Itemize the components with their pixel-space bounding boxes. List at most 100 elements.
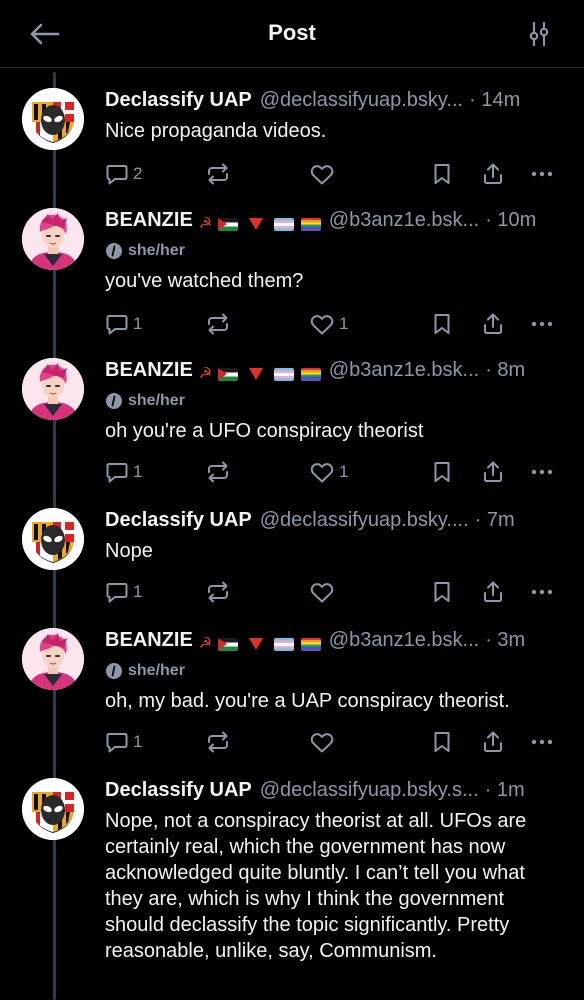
bookmark-icon — [434, 314, 450, 334]
palestine-flag-emoji — [217, 637, 238, 651]
bookmark-button[interactable] — [431, 578, 453, 606]
author-handle[interactable]: @declassifyuap.bsky.... — [260, 506, 469, 534]
more-button[interactable] — [529, 310, 555, 338]
like-button[interactable]: 1 — [309, 458, 348, 486]
reply-icon — [106, 463, 128, 483]
pronouns-label: she/her — [105, 240, 185, 262]
author-handle[interactable]: @b3anz1e.bsk... — [329, 626, 479, 654]
page-title: Post — [268, 20, 316, 45]
post-actions: 11 — [105, 310, 557, 338]
author-name[interactable]: Declassify UAP — [105, 506, 252, 534]
reply-button[interactable]: 1 — [105, 578, 142, 606]
bookmark-icon — [434, 462, 450, 482]
post-actions: 11 — [105, 458, 557, 486]
name-emojis: ☭ — [199, 636, 321, 652]
author-handle[interactable]: @declassifyuap.bsky... — [260, 86, 463, 114]
repost-button[interactable] — [205, 578, 231, 606]
bookmark-button[interactable] — [431, 160, 453, 188]
reply-button[interactable]: 1 — [105, 728, 142, 756]
author-handle[interactable]: @b3anz1e.bsk... — [329, 356, 479, 384]
share-icon — [484, 731, 502, 752]
rainbow-flag-emoji — [300, 637, 321, 651]
red-triangle-emoji — [248, 638, 263, 650]
author-name[interactable]: BEANZIE — [105, 206, 193, 234]
bookmark-icon — [434, 164, 450, 184]
repost-icon — [208, 313, 228, 335]
author-name[interactable]: Declassify UAP — [105, 776, 252, 804]
repost-icon — [208, 581, 228, 603]
avatar[interactable] — [22, 208, 84, 270]
red-triangle-emoji — [248, 218, 263, 230]
palestine-flag-emoji — [217, 217, 238, 231]
repost-button[interactable] — [205, 458, 231, 486]
like-icon — [310, 315, 334, 335]
more-icon — [531, 739, 553, 745]
like-icon — [310, 733, 334, 753]
like-button[interactable]: 1 — [309, 310, 348, 338]
more-button[interactable] — [529, 578, 555, 606]
hammer-sickle-emoji: ☭ — [198, 635, 213, 652]
author-name[interactable]: BEANZIE — [105, 626, 193, 654]
trans-flag-emoji — [273, 367, 294, 381]
reply-icon — [106, 733, 128, 753]
post-time: · 7m — [474, 509, 515, 531]
author-name[interactable]: BEANZIE — [105, 356, 193, 384]
pronouns-label: she/her — [105, 390, 185, 412]
avatar[interactable] — [22, 778, 84, 840]
post-actions: 2 — [105, 160, 557, 188]
share-button[interactable] — [481, 458, 505, 486]
pronouns-label: she/her — [105, 660, 185, 682]
pronoun-badge-icon — [106, 663, 122, 679]
author-name[interactable]: Declassify UAP — [105, 86, 252, 114]
repost-button[interactable] — [205, 728, 231, 756]
thread-settings-button[interactable] — [524, 18, 554, 50]
rainbow-flag-emoji — [300, 217, 321, 231]
reply-button[interactable]: 1 — [105, 310, 142, 338]
share-button[interactable] — [481, 160, 505, 188]
share-button[interactable] — [481, 728, 505, 756]
avatar[interactable] — [22, 628, 84, 690]
post-meta: BEANZIE ☭ @b3anz1e.bsk... · 8m — [105, 356, 560, 384]
like-button[interactable] — [309, 160, 335, 188]
bookmark-icon — [434, 582, 450, 602]
reply-count: 1 — [133, 732, 143, 751]
like-button[interactable] — [309, 728, 335, 756]
reply-button[interactable]: 2 — [105, 160, 142, 188]
repost-button[interactable] — [205, 310, 231, 338]
reply-button[interactable]: 1 — [105, 458, 142, 486]
repost-button[interactable] — [205, 160, 231, 188]
bookmark-button[interactable] — [431, 310, 453, 338]
post-text: oh, my bad. you're a UAP conspiracy theo… — [105, 690, 510, 712]
bookmark-button[interactable] — [431, 728, 453, 756]
share-icon — [484, 581, 502, 602]
name-emojis: ☭ — [199, 216, 321, 232]
post-meta: BEANZIE ☭ @b3anz1e.bsk... · 10m — [105, 206, 560, 234]
reply-count: 1 — [133, 314, 143, 333]
share-button[interactable] — [481, 310, 505, 338]
author-handle[interactable]: @b3anz1e.bsk... — [329, 206, 479, 234]
post-time: · 8m — [485, 359, 526, 381]
avatar[interactable] — [22, 358, 84, 420]
more-button[interactable] — [529, 160, 555, 188]
reply-count: 2 — [133, 164, 143, 183]
post-time: · 14m — [469, 89, 521, 111]
author-handle[interactable]: @declassifyuap.bsky.s... — [260, 776, 479, 804]
post-time: · 10m — [485, 209, 537, 231]
hammer-sickle-emoji: ☭ — [198, 215, 213, 232]
like-button[interactable] — [309, 578, 335, 606]
avatar[interactable] — [22, 508, 84, 570]
bookmark-button[interactable] — [431, 458, 453, 486]
post-text: oh you're a UFO conspiracy theorist — [105, 420, 424, 442]
more-button[interactable] — [529, 458, 555, 486]
more-button[interactable] — [529, 728, 555, 756]
share-button[interactable] — [481, 578, 505, 606]
post-text: Nope — [105, 540, 153, 562]
trans-flag-emoji — [273, 637, 294, 651]
bookmark-icon — [434, 732, 450, 752]
share-icon — [484, 163, 502, 184]
palestine-flag-emoji — [217, 367, 238, 381]
avatar[interactable] — [22, 88, 84, 150]
pronoun-badge-icon — [106, 393, 122, 409]
hammer-sickle-emoji: ☭ — [198, 365, 213, 382]
like-icon — [310, 463, 334, 483]
